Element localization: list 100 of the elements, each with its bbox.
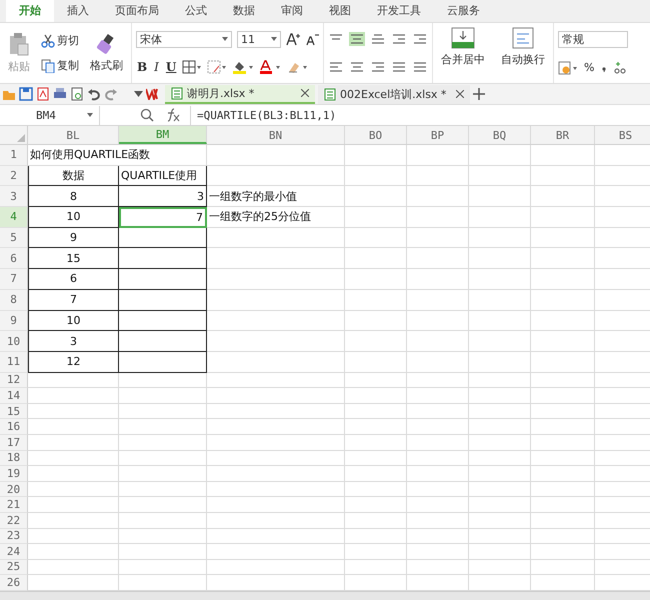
menu-tab[interactable]: 开始 [6,0,54,22]
row-header[interactable]: 20 [0,482,28,498]
table-cell: 一组数字的最小值 [207,186,345,208]
row-header[interactable]: 7 [0,269,28,290]
align-middle-icon[interactable] [349,32,365,46]
select-all-icon[interactable] [17,134,25,142]
row-header[interactable]: 5 [0,228,28,248]
row-header[interactable]: 16 [0,419,28,435]
wrap-text-button[interactable]: 自动换行 [497,25,549,81]
align-left-icon[interactable] [328,60,344,74]
row-header[interactable]: 9 [0,310,28,332]
grid-cell[interactable] [119,290,207,310]
menu-tab[interactable]: 插入 [54,0,102,22]
increase-indent-icon[interactable] [412,32,428,46]
row-header[interactable]: 11 [0,352,28,373]
grid-cell[interactable] [119,269,207,290]
number-format-field[interactable]: 常规 [558,31,628,48]
row-header[interactable]: 25 [0,560,28,576]
percent-button[interactable]: % [583,60,596,75]
document-tab[interactable]: 谢明月.xlsx * [165,84,315,104]
format-painter-button[interactable]: 格式刷 [86,31,127,75]
row-header[interactable]: 17 [0,434,28,451]
printer-icon[interactable] [53,87,67,101]
row-header[interactable]: 22 [0,512,28,528]
add-icon[interactable] [473,88,485,100]
merge-center-button[interactable]: 合并居中 [437,25,489,81]
menu-tab[interactable]: 开发工具 [364,0,434,22]
font-name-field[interactable]: 宋体 [136,30,232,48]
underline-button[interactable]: U [164,59,178,76]
column-header[interactable]: BS [595,126,650,144]
font-color-icon[interactable] [259,60,282,74]
row-header[interactable]: 6 [0,248,28,270]
align-bottom-icon[interactable] [370,32,386,46]
row-header[interactable]: 14 [0,388,28,404]
align-right-icon[interactable] [370,60,386,74]
pdf-icon[interactable] [36,87,50,101]
distribute-icon[interactable] [412,60,428,74]
save-icon[interactable] [19,87,33,101]
row-header[interactable]: 12 [0,372,28,388]
currency-icon[interactable] [558,60,578,74]
font-size-field[interactable]: 11 [237,30,281,48]
name-box[interactable]: BM4 [0,106,100,124]
row-header[interactable]: 18 [0,450,28,466]
align-center-icon[interactable] [349,60,365,74]
row-header[interactable]: 19 [0,466,28,482]
row-header[interactable]: 1 [0,145,28,166]
document-tab-label: 002Excel培训.xlsx * [340,86,446,102]
copy-icon [41,58,55,72]
column-header[interactable]: BN [207,126,345,144]
increase-decimal-icon[interactable] [613,60,628,74]
decrease-indent-icon[interactable] [391,32,407,46]
print-preview-icon[interactable] [70,87,84,101]
column-header[interactable]: BQ [469,126,531,144]
column-header[interactable]: BM [119,126,207,144]
dropdown-icon[interactable] [134,91,143,97]
document-tab[interactable]: 002Excel培训.xlsx * [318,84,470,104]
zoom-function-icon[interactable] [140,108,154,122]
borders-icon[interactable] [182,60,202,74]
undo-icon[interactable] [87,87,101,101]
shrink-font-icon[interactable] [305,32,319,46]
row-header[interactable]: 21 [0,497,28,513]
grid-cell[interactable] [119,352,207,373]
row-header[interactable]: 10 [0,331,28,352]
formula-field[interactable]: =QUARTILE(BL3:BL11,1) [190,106,650,124]
menu-tab[interactable]: 公式 [172,0,220,22]
row-header[interactable]: 15 [0,404,28,420]
paste-button[interactable]: 粘贴 [4,30,34,76]
grid-cell[interactable] [119,228,207,248]
menu-tab[interactable]: 审阅 [268,0,316,22]
row-header[interactable]: 3 [0,186,28,208]
italic-button[interactable]: I [153,59,160,76]
grid-cell[interactable] [119,248,207,270]
grid-cell[interactable] [119,310,207,332]
justify-icon[interactable] [391,60,407,74]
row-header[interactable]: 24 [0,544,28,560]
eraser-icon[interactable] [286,60,308,74]
column-header[interactable]: BO [345,126,407,144]
row-header[interactable]: 2 [0,166,28,186]
cell-style-icon[interactable] [207,60,228,74]
bold-button[interactable]: B [136,59,148,76]
close-icon[interactable] [301,89,309,97]
row-header[interactable]: 4 [0,207,28,228]
column-header[interactable]: BP [407,126,469,144]
selected-cell[interactable]: 7 [119,207,207,228]
close-icon[interactable] [456,90,464,98]
row-header[interactable]: 23 [0,528,28,544]
column-header[interactable]: BR [531,126,595,144]
row-header[interactable]: 8 [0,290,28,310]
cut-button[interactable]: 剪切 [40,32,80,49]
document-tab-label: 谢明月.xlsx * [187,86,254,100]
menu-tab[interactable]: 云服务 [434,0,493,22]
menu-tab[interactable]: 视图 [316,0,364,22]
grow-font-icon[interactable] [286,32,300,46]
grid-cell[interactable] [119,331,207,352]
menu-tab[interactable]: 数据 [220,0,268,22]
copy-button[interactable]: 复制 [40,57,80,74]
merge-cells-icon [451,27,475,49]
fill-color-icon[interactable] [232,60,254,74]
menu-tab[interactable]: 页面布局 [102,0,172,22]
row-header[interactable]: 26 [0,575,28,591]
